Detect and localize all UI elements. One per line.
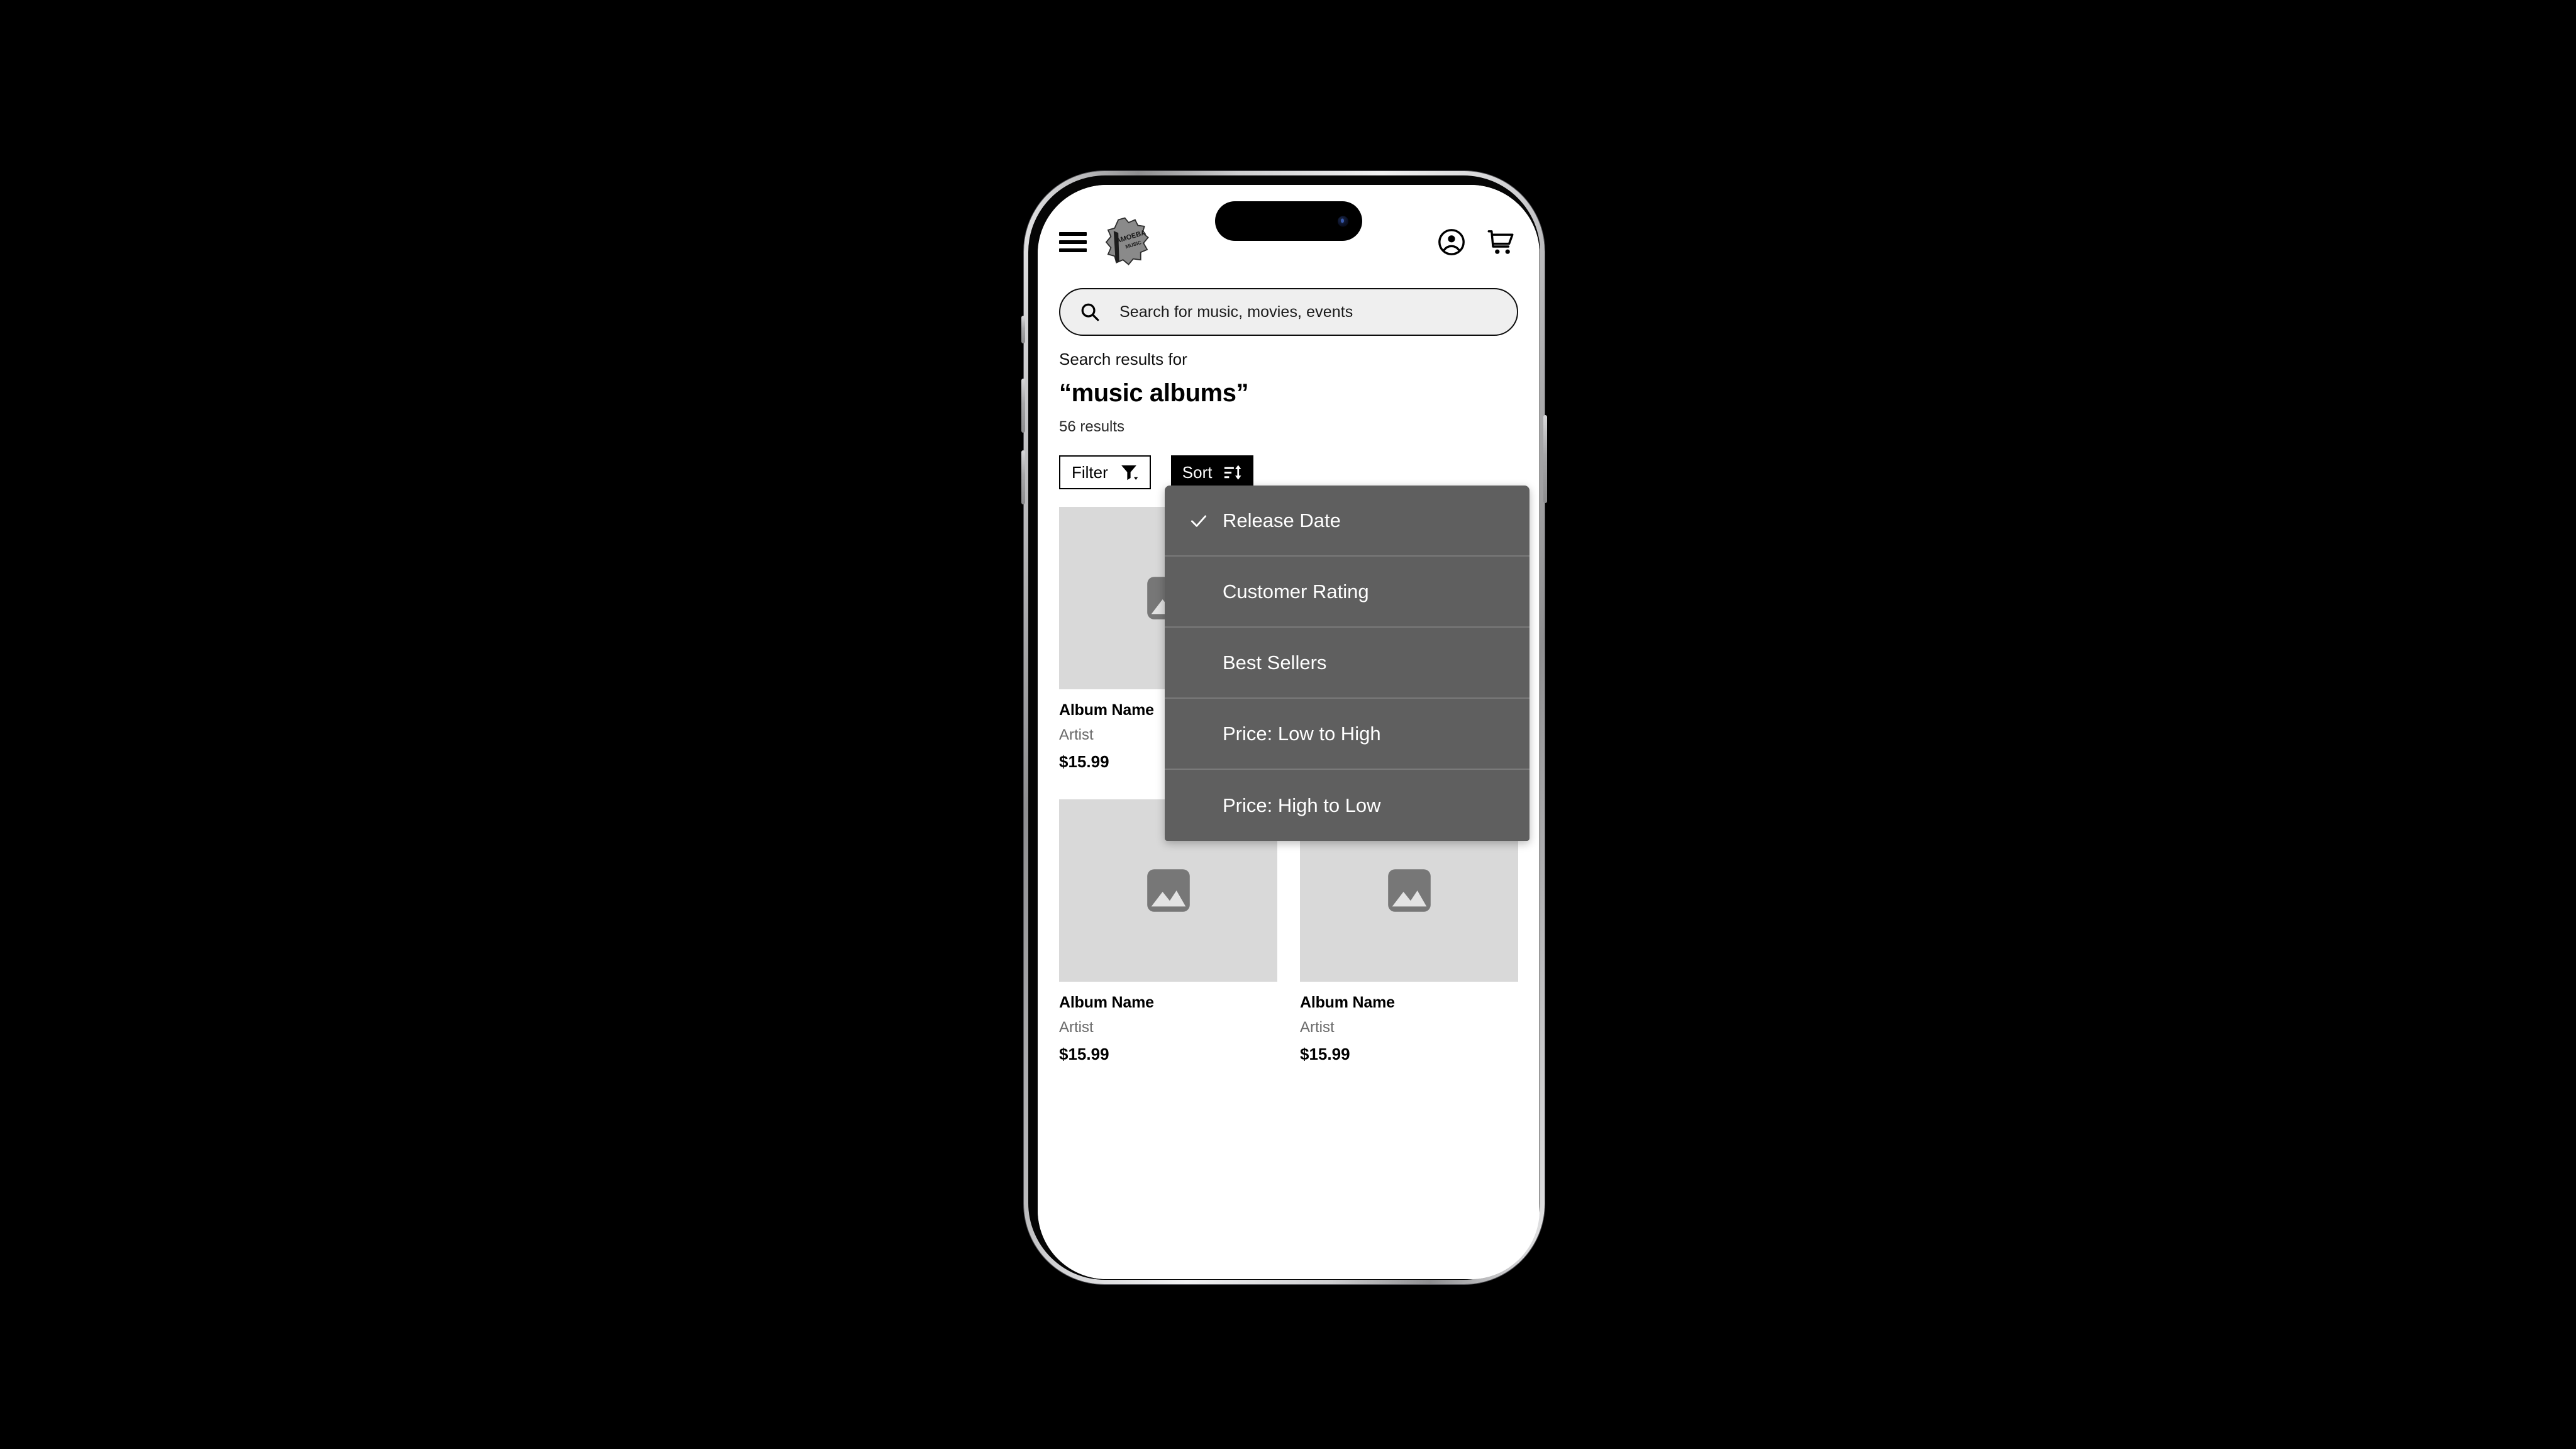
phone-device-frame: AMOEBA MUSIC Search for music, movies, e… — [1021, 171, 1547, 1284]
filter-sort-toolbar: Filter Sort — [1059, 455, 1254, 489]
image-placeholder-icon — [1146, 869, 1190, 912]
search-results-heading: Search results for “music albums” 56 res… — [1059, 350, 1518, 436]
sort-option-price-low-high[interactable]: Price: Low to High — [1165, 699, 1530, 770]
sort-option-label: Price: Low to High — [1223, 722, 1381, 745]
search-input[interactable]: Search for music, movies, events — [1059, 288, 1518, 336]
account-circle-icon[interactable] — [1434, 225, 1469, 260]
account-icon-glyph — [1438, 229, 1465, 255]
sort-button-label: Sort — [1182, 462, 1213, 482]
shopping-cart-icon[interactable] — [1483, 225, 1518, 260]
sort-button[interactable]: Sort — [1170, 455, 1254, 489]
sort-option-customer-rating[interactable]: Customer Rating — [1165, 557, 1530, 628]
hamburger-line — [1059, 248, 1087, 252]
product-title: Album Name — [1300, 994, 1395, 1011]
hamburger-line — [1059, 232, 1087, 236]
sort-option-label: Customer Rating — [1223, 580, 1369, 602]
app-viewport: AMOEBA MUSIC Search for music, movies, e… — [1038, 185, 1540, 1279]
search-placeholder-text: Search for music, movies, events — [1119, 303, 1353, 321]
volume-up-button[interactable] — [1021, 379, 1025, 433]
phone-screen: AMOEBA MUSIC Search for music, movies, e… — [1038, 185, 1540, 1279]
filter-button[interactable]: Filter — [1059, 455, 1151, 489]
sort-option-best-sellers[interactable]: Best Sellers — [1165, 628, 1530, 699]
front-camera-icon — [1338, 216, 1348, 226]
volume-down-button[interactable] — [1021, 450, 1025, 504]
image-placeholder-icon — [1387, 869, 1431, 912]
filter-funnel-icon — [1121, 465, 1138, 480]
sort-lines-arrow-icon — [1224, 465, 1241, 480]
hamburger-menu-icon[interactable] — [1059, 232, 1087, 252]
sort-option-label: Best Sellers — [1223, 651, 1327, 674]
product-price: $15.99 — [1059, 1045, 1109, 1063]
product-title: Album Name — [1059, 994, 1154, 1011]
phone-bezel: AMOEBA MUSIC Search for music, movies, e… — [1028, 175, 1540, 1280]
power-button[interactable] — [1543, 415, 1547, 503]
results-query: “music albums” — [1059, 379, 1249, 407]
screenshot-canvas: AMOEBA MUSIC Search for music, movies, e… — [0, 0, 2576, 1449]
checkmark-glyph — [1191, 514, 1207, 527]
hamburger-line — [1059, 240, 1087, 244]
sort-option-label: Price: High to Low — [1223, 794, 1381, 816]
results-count: 56 results — [1059, 418, 1125, 435]
sort-dropdown-menu: Release Date Customer Rating Best Seller… — [1165, 486, 1530, 841]
sort-option-price-high-low[interactable]: Price: High to Low — [1165, 770, 1530, 841]
search-icon — [1081, 303, 1099, 321]
results-label: Search results for — [1059, 350, 1187, 369]
check-icon — [1189, 511, 1218, 531]
filter-button-label: Filter — [1072, 462, 1108, 482]
amoeba-music-logo[interactable]: AMOEBA MUSIC — [1103, 215, 1152, 269]
sort-option-label: Release Date — [1223, 509, 1341, 531]
product-artist: Artist — [1059, 1019, 1094, 1036]
silence-switch-button[interactable] — [1021, 316, 1025, 343]
product-artist: Artist — [1300, 1019, 1335, 1036]
sort-option-release-date[interactable]: Release Date — [1165, 486, 1530, 557]
logo-icon: AMOEBA MUSIC — [1105, 217, 1149, 265]
cart-icon-glyph — [1487, 230, 1514, 254]
product-price: $15.99 — [1300, 1045, 1350, 1063]
dynamic-island — [1215, 201, 1362, 241]
